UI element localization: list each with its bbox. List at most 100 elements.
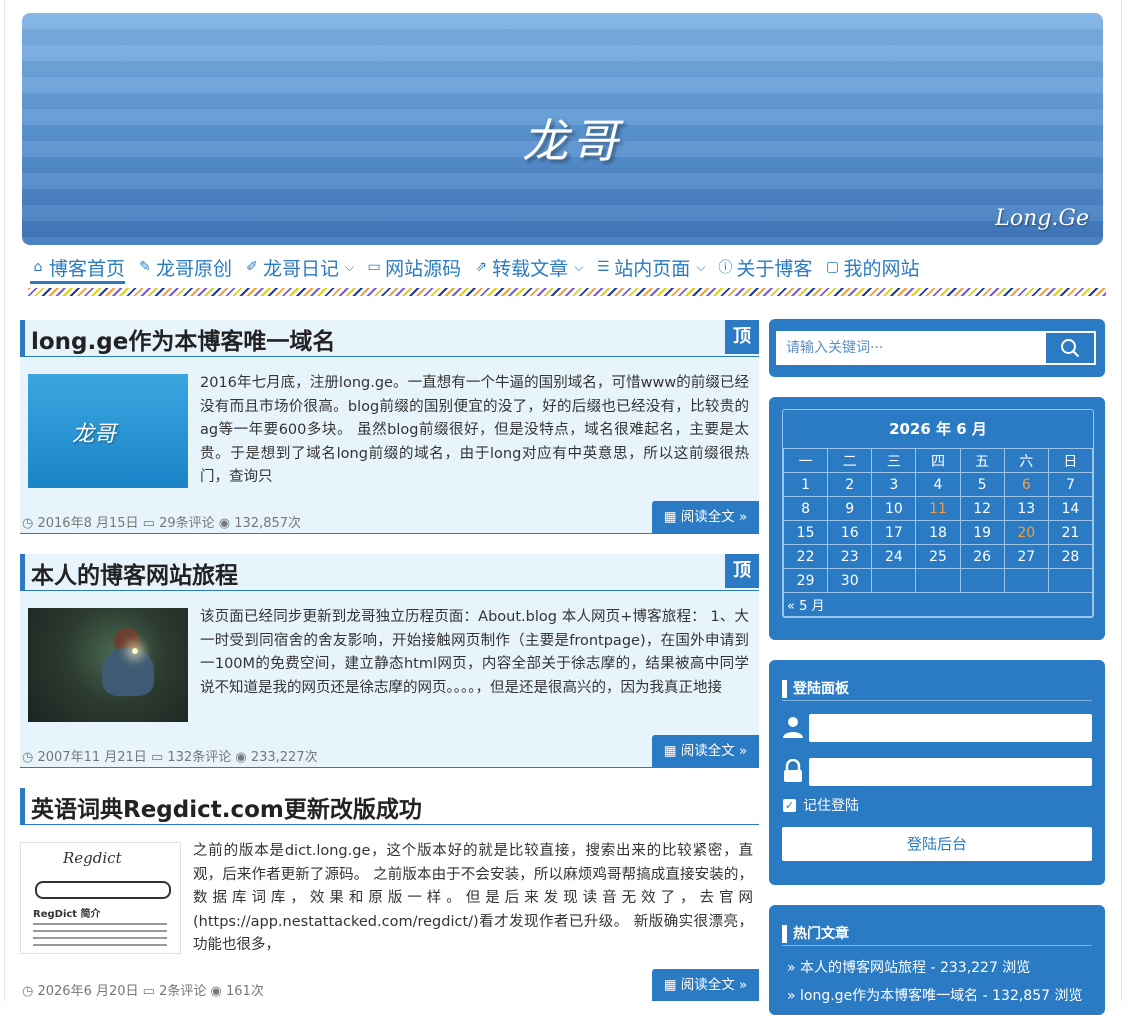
post-thumbnail[interactable]: 龙哥 <box>28 374 188 488</box>
post-comments[interactable]: 2条评论 <box>159 984 206 999</box>
calendar-day[interactable]: 15 <box>782 520 829 545</box>
calendar-day[interactable]: 19 <box>959 520 1005 545</box>
pinned-badge: 顶 <box>725 320 759 354</box>
calendar-day[interactable]: 28 <box>1047 544 1094 569</box>
calendar-day[interactable]: 7 <box>1047 472 1094 497</box>
login-button[interactable]: 登陆后台 <box>782 827 1092 861</box>
read-more-button[interactable]: ▦ 阅读全文 » <box>652 501 759 533</box>
calendar-day[interactable]: 25 <box>915 544 961 569</box>
calendar-day[interactable]: 10 <box>871 496 917 521</box>
password-field[interactable] <box>809 758 1092 786</box>
double-chevron-icon: » <box>739 743 748 759</box>
monitor-icon: ▢ <box>825 259 840 275</box>
post-thumbnail[interactable]: Regdict RegDict 简介 <box>20 842 181 954</box>
eye-icon: ◉ <box>235 750 247 765</box>
post-title[interactable]: 本人的博客网站旅程 <box>31 556 238 590</box>
search-input[interactable]: 请输入关键词··· <box>776 331 1044 365</box>
calendar-day[interactable]: 17 <box>871 520 917 545</box>
post-title-bar: long.ge作为本博客唯一域名 顶 <box>20 320 759 357</box>
search-button[interactable] <box>1044 331 1096 365</box>
post-card: 英语词典Regdict.com更新改版成功 Regdict RegDict 简介… <box>20 788 759 1001</box>
nav-pages[interactable]: ☰ 站内页面 ⌵ <box>595 252 705 282</box>
remember-me[interactable]: ✓ 记住登陆 <box>783 795 859 815</box>
read-more-button[interactable]: ▦ 阅读全文 » <box>652 969 759 1001</box>
grid-icon: ▦ <box>663 743 677 759</box>
login-widget: 登陆面板 ✓ 记住登陆 登陆后台 <box>769 660 1105 885</box>
double-chevron-icon: » <box>739 509 748 525</box>
calendar-day[interactable]: 12 <box>959 496 1005 521</box>
read-more-button[interactable]: ▦ 阅读全文 » <box>652 735 759 767</box>
calendar-day[interactable]: 9 <box>827 496 873 521</box>
remember-checkbox[interactable]: ✓ <box>783 798 796 812</box>
nav-my-sites[interactable]: ▢ 我的网站 <box>824 252 920 282</box>
chevron-down-icon: ⌵ <box>345 259 355 274</box>
calendar-day[interactable]: 26 <box>959 544 1005 569</box>
calendar-title: 2026 年 6 月 <box>889 420 987 438</box>
widget-rule <box>782 700 1092 701</box>
calendar-day[interactable]: 4 <box>915 472 961 497</box>
calendar-week: 1234567 <box>782 472 1094 497</box>
hot-post-link[interactable]: » 本人的博客网站旅程 - 233,227 浏览 <box>787 957 1030 977</box>
eye-icon: ◉ <box>218 516 231 531</box>
calendar-day[interactable]: 29 <box>782 568 829 593</box>
nav-original[interactable]: ✎ 龙哥原创 <box>137 252 232 282</box>
calendar-day[interactable]: 5 <box>959 472 1005 497</box>
calendar-day <box>959 568 1005 593</box>
read-more-label: 阅读全文 <box>680 509 735 525</box>
site-logo[interactable]: 龙哥 <box>522 105 622 171</box>
calendar-day[interactable]: 14 <box>1047 496 1094 521</box>
post-title[interactable]: 英语词典Regdict.com更新改版成功 <box>31 790 422 824</box>
calendar-day[interactable]: 22 <box>782 544 829 569</box>
calendar-day[interactable]: 18 <box>915 520 961 545</box>
clock-icon: ◷ <box>22 516 34 531</box>
share-icon: ⇗ <box>475 259 488 275</box>
nav-about[interactable]: ⓘ 关于博客 <box>717 252 812 282</box>
calendar-prev-month[interactable]: « 5 月 <box>783 592 1093 617</box>
post-views: 233,227次 <box>250 750 318 765</box>
pencil-icon: ✎ <box>139 259 151 275</box>
calendar-day[interactable]: 8 <box>782 496 829 521</box>
calendar-day[interactable]: 23 <box>827 544 873 569</box>
thumbnail-figure-body <box>102 648 154 696</box>
nav-reposts[interactable]: ⇗ 转载文章 ⌵ <box>473 252 583 282</box>
clock-icon: ◷ <box>22 750 34 765</box>
calendar-day[interactable]: 3 <box>871 472 917 497</box>
post-comments[interactable]: 132条评论 <box>167 750 231 765</box>
nav-diary[interactable]: ✐ 龙哥日记 ⌵ <box>244 252 354 282</box>
calendar-day[interactable]: 27 <box>1003 544 1049 569</box>
calendar-day[interactable]: 16 <box>827 520 873 545</box>
chevron-down-icon: ⌵ <box>696 259 706 274</box>
calendar-day[interactable]: 6 <box>1003 472 1049 497</box>
username-field[interactable] <box>809 714 1092 742</box>
nav-label: 龙哥原创 <box>156 257 233 280</box>
calendar-day[interactable]: 20 <box>1003 520 1049 545</box>
calendar-day[interactable]: 30 <box>827 568 873 593</box>
nav-source[interactable]: ▭ 网站源码 <box>366 252 462 282</box>
post-comments[interactable]: 29条评论 <box>159 516 215 531</box>
hot-post-link[interactable]: » long.ge作为本博客唯一域名 - 132,857 浏览 <box>787 985 1082 1005</box>
calendar-day[interactable]: 1 <box>782 472 829 497</box>
calendar-day[interactable]: 24 <box>871 544 917 569</box>
calendar-day[interactable]: 13 <box>1003 496 1049 521</box>
post-divider <box>20 767 759 768</box>
search-widget: 请输入关键词··· <box>769 319 1105 377</box>
hot-posts-widget: 热门文章 » 本人的博客网站旅程 - 233,227 浏览 » long.ge作… <box>769 905 1105 1015</box>
calendar-day <box>1047 568 1094 593</box>
post-title[interactable]: long.ge作为本博客唯一域名 <box>31 322 335 356</box>
post-divider <box>20 533 759 534</box>
post-meta: ◷ 2016年8 月15日 ▭ 29条评论 ◉ 132,857次 <box>22 512 301 531</box>
post-views: 132,857次 <box>234 516 302 531</box>
post-views: 161次 <box>226 984 264 999</box>
comment-icon: ▭ <box>142 984 155 999</box>
calendar-day[interactable]: 21 <box>1047 520 1094 545</box>
calendar-day[interactable]: 11 <box>915 496 961 521</box>
nav-home[interactable]: ⌂ 博客首页 <box>30 252 126 284</box>
main-nav: ⌂ 博客首页 ✎ 龙哥原创 ✐ 龙哥日记 ⌵ ▭ 网站源码 ⇗ 转载文章 ⌵ ☰… <box>30 252 931 284</box>
post-date: 2026年6 月20日 <box>37 984 139 999</box>
calendar-day[interactable]: 2 <box>827 472 873 497</box>
grid-icon: ▦ <box>663 977 677 993</box>
post-thumbnail[interactable] <box>28 608 188 722</box>
calendar-weekday: 四 <box>915 448 961 473</box>
calendar-widget: 2026 年 6 月 一二三四五六日 1 2 3 4 5 6 7 8 9 10 11 12 13 14 15… <box>769 397 1105 640</box>
site-signature: Long.Ge <box>995 206 1089 231</box>
